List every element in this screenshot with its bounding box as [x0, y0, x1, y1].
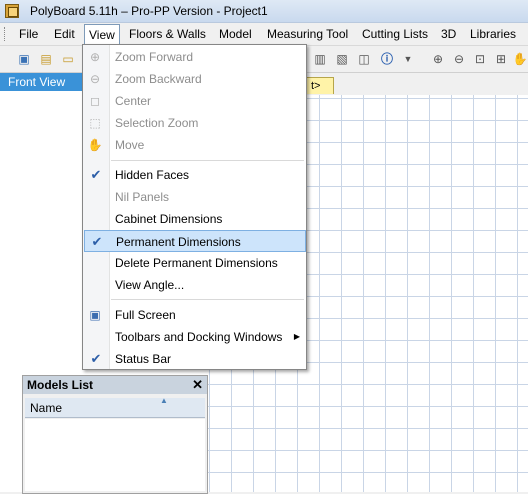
menu-view[interactable]: View [84, 24, 120, 44]
zoom-area-toolbar-icon[interactable]: ⊞ [493, 51, 509, 67]
menu-item-center[interactable]: ◻ Center [83, 90, 306, 112]
open-folder-icon[interactable]: ▭ [60, 51, 76, 67]
menu-separator [111, 160, 304, 161]
menu-item-zoom-backward[interactable]: ⊖ Zoom Backward [83, 68, 306, 90]
front-view-header[interactable]: Front View [0, 73, 82, 91]
menu-item-label: Cabinet Dimensions [115, 212, 223, 226]
models-list-panel: Models List ✕ Name ▲ [22, 375, 208, 494]
submenu-arrow-icon: ▶ [293, 332, 300, 341]
checkmark-icon: ✔ [90, 351, 102, 366]
menu-item-label: Toolbars and Docking Windows [115, 330, 283, 344]
menu-item-status-bar[interactable]: ✔ Status Bar [83, 348, 306, 370]
menu-model[interactable]: Model [214, 26, 257, 42]
menu-item-zoom-forward[interactable]: ⊕ Zoom Forward [83, 46, 306, 68]
app-icon [5, 4, 19, 18]
menu-item-label: Full Screen [115, 308, 176, 322]
menu-3d[interactable]: 3D [436, 26, 461, 42]
toolbar-dropdown-icon[interactable]: ▼ [400, 51, 416, 67]
box-view-icon[interactable]: ▧ [334, 51, 350, 67]
menu-item-permanent-dimensions[interactable]: ✔ Permanent Dimensions [84, 230, 306, 252]
zoom-fit-toolbar-icon[interactable]: ⊡ [472, 51, 488, 67]
hand-toolbar-icon[interactable]: ✋ [512, 51, 528, 67]
zoom-in-toolbar-icon[interactable]: ⊕ [430, 51, 446, 67]
window-title: PolyBoard 5.11h – Pro-PP Version - Proje… [30, 4, 268, 18]
models-list-body[interactable] [25, 419, 205, 491]
menu-item-label: Delete Permanent Dimensions [115, 256, 278, 270]
menu-item-label: Selection Zoom [115, 116, 199, 130]
menu-measuring-tool[interactable]: Measuring Tool [262, 26, 353, 42]
menu-item-full-screen[interactable]: ▣ Full Screen [83, 304, 306, 326]
close-icon[interactable]: ✕ [192, 376, 203, 394]
menu-item-label: Status Bar [115, 352, 172, 366]
box-3d-icon[interactable]: ◫ [356, 51, 372, 67]
menu-separator [111, 299, 304, 300]
print-icon[interactable]: ▥ [312, 51, 328, 67]
checkmark-icon: ✔ [90, 167, 102, 182]
menu-item-label: Zoom Forward [115, 50, 194, 64]
menu-item-toolbars-docking-windows[interactable]: Toolbars and Docking Windows ▶ [83, 326, 306, 348]
menu-item-hidden-faces[interactable]: ✔ Hidden Faces [83, 164, 306, 186]
hand-icon: ✋ [87, 138, 103, 152]
new-project-icon[interactable]: ▣ [16, 51, 32, 67]
menubar-grip [4, 27, 7, 41]
menu-item-view-angle[interactable]: View Angle... [83, 274, 306, 296]
menu-item-label: Nil Panels [115, 190, 170, 204]
checkmark-icon: ✔ [91, 234, 103, 249]
new-file-icon[interactable]: ▤ [38, 51, 54, 67]
menu-file[interactable]: File [14, 26, 43, 42]
menu-item-label: Move [115, 138, 145, 152]
info-icon[interactable]: ⓘ [379, 51, 395, 67]
title-bar: PolyBoard 5.11h – Pro-PP Version - Proje… [0, 0, 528, 23]
menu-item-selection-zoom[interactable]: ⬚ Selection Zoom [83, 112, 306, 134]
menu-item-cabinet-dimensions[interactable]: Cabinet Dimensions [83, 208, 306, 230]
menu-item-label: Hidden Faces [115, 168, 190, 182]
menu-item-delete-permanent-dimensions[interactable]: Delete Permanent Dimensions [83, 252, 306, 274]
sort-ascending-icon: ▲ [160, 396, 168, 405]
menu-item-nil-panels[interactable]: Nil Panels [83, 186, 306, 208]
zoom-out-icon: ⊖ [89, 72, 101, 86]
full-screen-icon: ▣ [89, 308, 101, 322]
menu-item-label: Permanent Dimensions [116, 235, 241, 249]
menu-libraries[interactable]: Libraries [465, 26, 521, 42]
menu-floors-walls[interactable]: Floors & Walls [124, 26, 211, 42]
name-column-header[interactable]: Name [25, 398, 205, 418]
menu-edit[interactable]: Edit [49, 26, 80, 42]
center-icon: ◻ [90, 94, 100, 108]
menu-bar: File Edit View Floors & Walls Model Meas… [0, 23, 528, 46]
menu-item-label: View Angle... [115, 278, 185, 292]
menu-item-label: Center [115, 94, 152, 108]
models-list-title: Models List [23, 376, 207, 394]
document-tab[interactable]: t> [304, 77, 334, 94]
selection-zoom-icon: ⬚ [89, 116, 101, 130]
menu-item-label: Zoom Backward [115, 72, 202, 86]
zoom-in-icon: ⊕ [89, 50, 101, 64]
zoom-out-toolbar-icon[interactable]: ⊖ [451, 51, 467, 67]
menu-item-move[interactable]: ✋ Move [83, 134, 306, 156]
menu-cutting-lists[interactable]: Cutting Lists [357, 26, 433, 42]
view-menu-dropdown: ⊕ Zoom Forward ⊖ Zoom Backward ◻ Center … [82, 44, 307, 370]
